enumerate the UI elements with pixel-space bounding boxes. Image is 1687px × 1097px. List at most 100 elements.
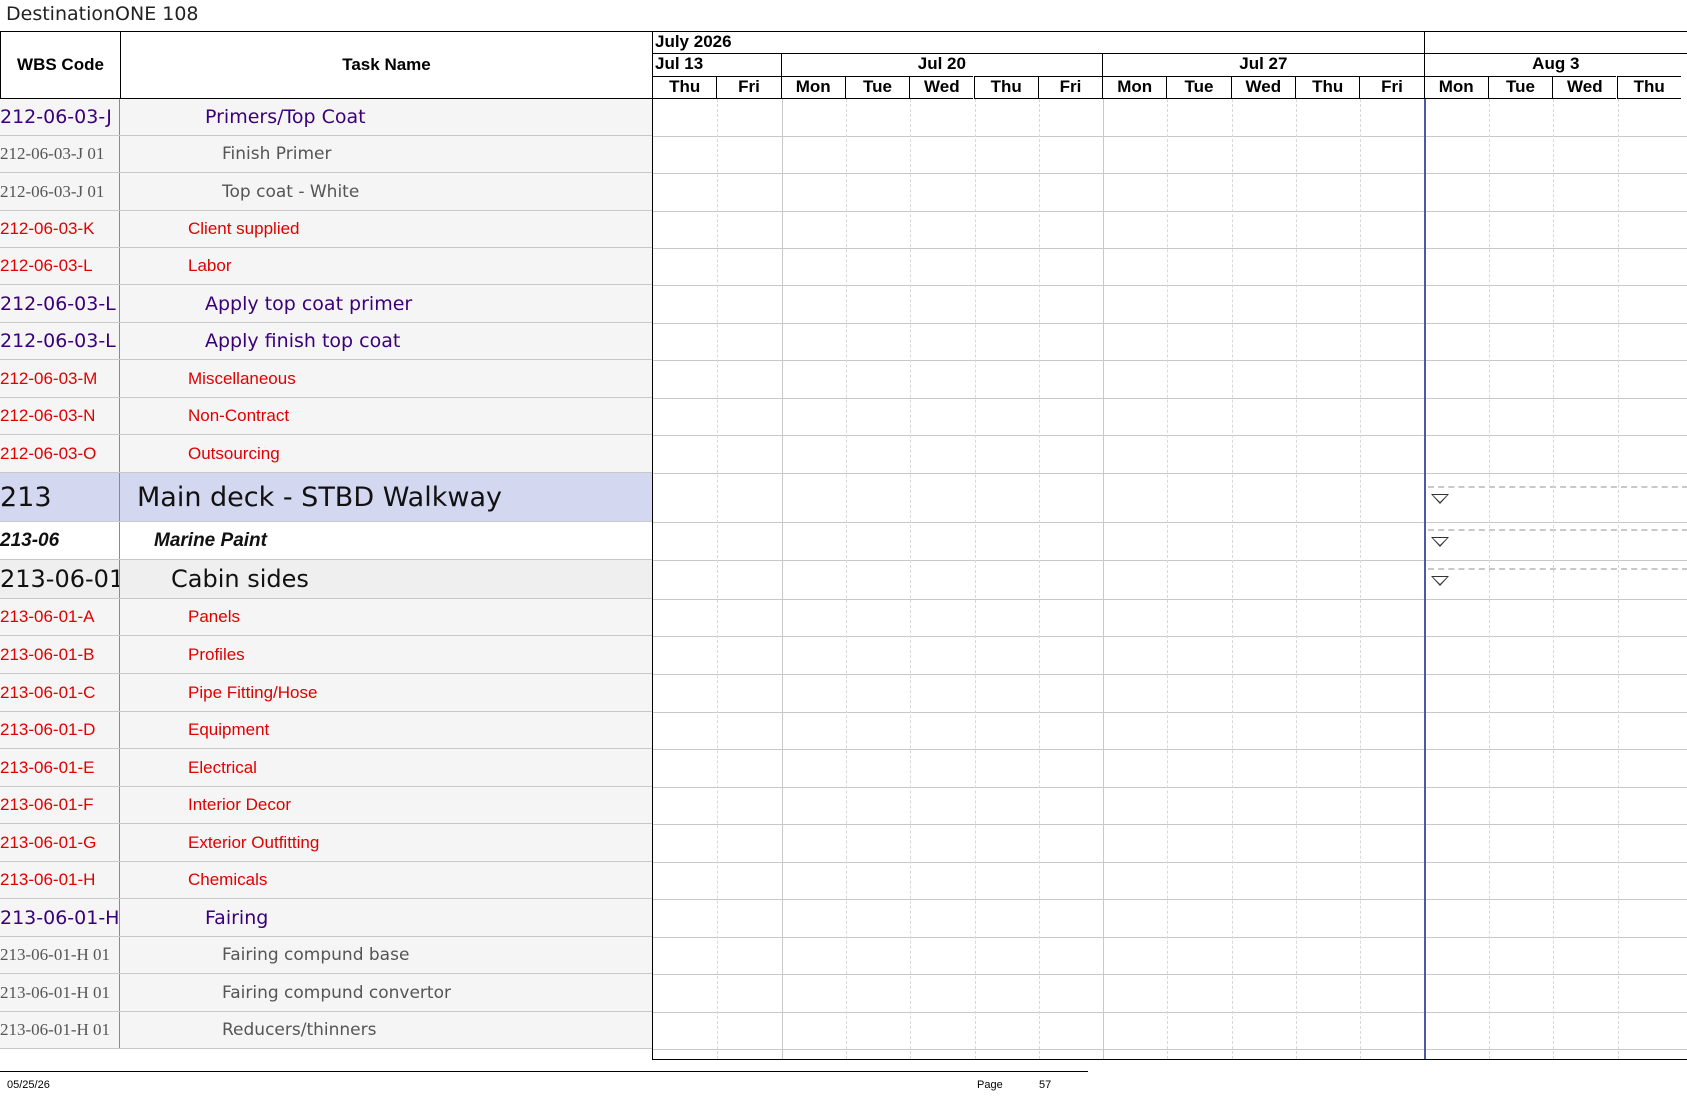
day-label: Mon bbox=[780, 76, 845, 99]
day-label: Wed bbox=[1230, 76, 1295, 99]
footer-date: 05/25/26 bbox=[7, 1079, 50, 1091]
table-row[interactable]: 212-06-03-N Non-Contract bbox=[0, 398, 652, 435]
table-row[interactable]: 212-06-03-K Client supplied bbox=[0, 211, 652, 248]
table-row[interactable]: 212-06-03-L Labor bbox=[0, 248, 652, 285]
day-divider-line bbox=[717, 99, 719, 1059]
task-name-cell: Primers/Top Coat bbox=[205, 106, 366, 128]
summary-bar-dashed bbox=[1428, 485, 1687, 488]
grid-row-line bbox=[653, 473, 1687, 474]
table-row[interactable]: 213-06-01-G Exterior Outfitting bbox=[0, 824, 652, 862]
table-row[interactable]: 213 Main deck - STBD Walkway bbox=[0, 473, 652, 522]
day-label: Wed bbox=[909, 76, 974, 99]
table-row[interactable]: 212-06-03-M Miscellaneous bbox=[0, 360, 652, 398]
table-row[interactable]: 213-06-01-B Profiles bbox=[0, 636, 652, 674]
summary-marker-fill bbox=[1433, 494, 1447, 502]
day-label: Fri bbox=[1359, 76, 1424, 99]
day-label: Thu bbox=[1616, 76, 1681, 99]
task-name-cell: Finish Primer bbox=[222, 144, 332, 164]
task-name-cell: Reducers/thinners bbox=[222, 1020, 377, 1040]
wbs-code-cell: 212-06-03-J 01 bbox=[0, 173, 120, 210]
grid-row-line bbox=[653, 974, 1687, 975]
day-label: Thu bbox=[1295, 76, 1360, 99]
wbs-code-cell: 213 bbox=[0, 473, 120, 521]
table-row[interactable]: 213-06-01-D Equipment bbox=[0, 712, 652, 749]
grid-row-line bbox=[653, 749, 1687, 750]
grid-row-line bbox=[653, 787, 1687, 788]
wbs-code-cell: 213-06-01 bbox=[0, 560, 120, 598]
table-row[interactable]: 213-06-01-F Interior Decor bbox=[0, 787, 652, 824]
table-row[interactable]: 212-06-03-L ( Apply finish top coat bbox=[0, 323, 652, 360]
summary-marker-fill bbox=[1433, 576, 1447, 584]
grid-row-line bbox=[653, 712, 1687, 713]
wbs-code-cell: 212-06-03-N bbox=[0, 398, 120, 434]
task-name-cell: Fairing bbox=[205, 906, 269, 929]
task-name-cell: Marine Paint bbox=[154, 529, 267, 551]
day-label: Fri bbox=[716, 76, 781, 99]
task-name-header[interactable]: Task Name bbox=[120, 31, 653, 99]
wbs-code-cell: 213-06 bbox=[0, 522, 120, 559]
task-name-cell: Chemicals bbox=[188, 870, 268, 889]
table-row[interactable]: 213-06-01 Cabin sides bbox=[0, 560, 652, 599]
table-row[interactable]: 213-06-01-H ( Fairing bbox=[0, 899, 652, 937]
task-name-cell: Profiles bbox=[188, 644, 245, 664]
table-row[interactable]: 213-06-01-E Electrical bbox=[0, 749, 652, 787]
task-name-cell: Equipment bbox=[188, 720, 270, 739]
table-row[interactable]: 212-06-03-L ( Apply top coat primer bbox=[0, 285, 652, 323]
wbs-code-cell: 213-06-01-A bbox=[0, 599, 120, 635]
table-row[interactable]: 213-06-01-H 01 Fairing compund base bbox=[0, 937, 652, 974]
day-label: Mon bbox=[1102, 76, 1167, 99]
footer-page-label: Page bbox=[977, 1079, 1003, 1091]
month-label: July 2026 bbox=[652, 31, 1424, 54]
day-label: Thu bbox=[652, 76, 717, 99]
grid-row-line bbox=[653, 862, 1687, 863]
grid-row-line bbox=[653, 1012, 1687, 1013]
day-divider-line bbox=[974, 99, 976, 1059]
wbs-code-cell: 212-06-03-L ( bbox=[0, 285, 120, 322]
wbs-code-cell: 212-06-03-L bbox=[0, 248, 120, 284]
task-name-cell: Outsourcing bbox=[188, 443, 280, 463]
day-label: Tue bbox=[1487, 76, 1553, 99]
table-row[interactable]: 213-06-01-A Panels bbox=[0, 599, 652, 636]
task-name-cell: Apply finish top coat bbox=[205, 330, 401, 352]
wbs-code-header[interactable]: WBS Code bbox=[0, 31, 121, 99]
day-divider-line bbox=[1231, 99, 1233, 1059]
wbs-code-cell: 213-06-01-E bbox=[0, 749, 120, 786]
grid-row-line bbox=[653, 599, 1687, 600]
wbs-code-cell: 212-06-03-L ( bbox=[0, 323, 120, 359]
grid-row-line bbox=[653, 285, 1687, 286]
day-divider-line bbox=[1167, 99, 1169, 1059]
wbs-code-cell: 213-06-01-B bbox=[0, 636, 120, 673]
day-label: Tue bbox=[1166, 76, 1231, 99]
task-name-cell: Apply top coat primer bbox=[205, 292, 413, 315]
footer-page-number: 57 bbox=[1039, 1079, 1052, 1091]
wbs-code-cell: 213-06-01-H 01 bbox=[0, 974, 120, 1011]
table-row[interactable]: 212-06-03-O Outsourcing bbox=[0, 435, 652, 473]
grid-row-line bbox=[653, 899, 1687, 900]
task-name-cell: Interior Decor bbox=[188, 795, 291, 814]
wbs-code-cell: 213-06-01-H bbox=[0, 862, 120, 898]
grid-row-line bbox=[653, 636, 1687, 637]
table-row[interactable]: 212-06-03-J (Primers/Top Coat bbox=[0, 99, 652, 136]
grid-row-line bbox=[653, 323, 1687, 324]
wbs-code-cell: 212-06-03-J 01 bbox=[0, 136, 120, 172]
wbs-code-cell: 213-06-01-H 01 bbox=[0, 1012, 120, 1048]
grid-row-line bbox=[653, 560, 1687, 561]
page-title: DestinationONE 108 bbox=[6, 3, 199, 25]
grid-row-line bbox=[653, 360, 1687, 361]
day-label: Mon bbox=[1423, 76, 1488, 99]
task-name-cell: Fairing compund base bbox=[222, 945, 410, 965]
table-row[interactable]: 212-06-03-J 01 Finish Primer bbox=[0, 136, 652, 173]
table-row[interactable]: 213-06-01-H 01 Fairing compund convertor bbox=[0, 974, 652, 1012]
table-row[interactable]: 213-06-01-H Chemicals bbox=[0, 862, 652, 899]
table-row[interactable]: 213-06-01-C Pipe Fitting/Hose bbox=[0, 674, 652, 712]
task-name-cell: Cabin sides bbox=[171, 565, 309, 593]
table-row[interactable]: 213-06-01-H 01 Reducers/thinners bbox=[0, 1012, 652, 1049]
summary-marker-fill bbox=[1433, 538, 1447, 545]
task-name-cell: Electrical bbox=[188, 757, 257, 777]
task-name-cell: Panels bbox=[188, 607, 240, 626]
table-row[interactable]: 212-06-03-J 01 Top coat - White bbox=[0, 173, 652, 211]
wbs-code-cell: 213-06-01-H ( bbox=[0, 899, 120, 936]
day-divider-line bbox=[1360, 99, 1362, 1059]
table-row[interactable]: 213-06 Marine Paint bbox=[0, 522, 652, 560]
task-name-cell: Top coat - White bbox=[222, 181, 360, 202]
